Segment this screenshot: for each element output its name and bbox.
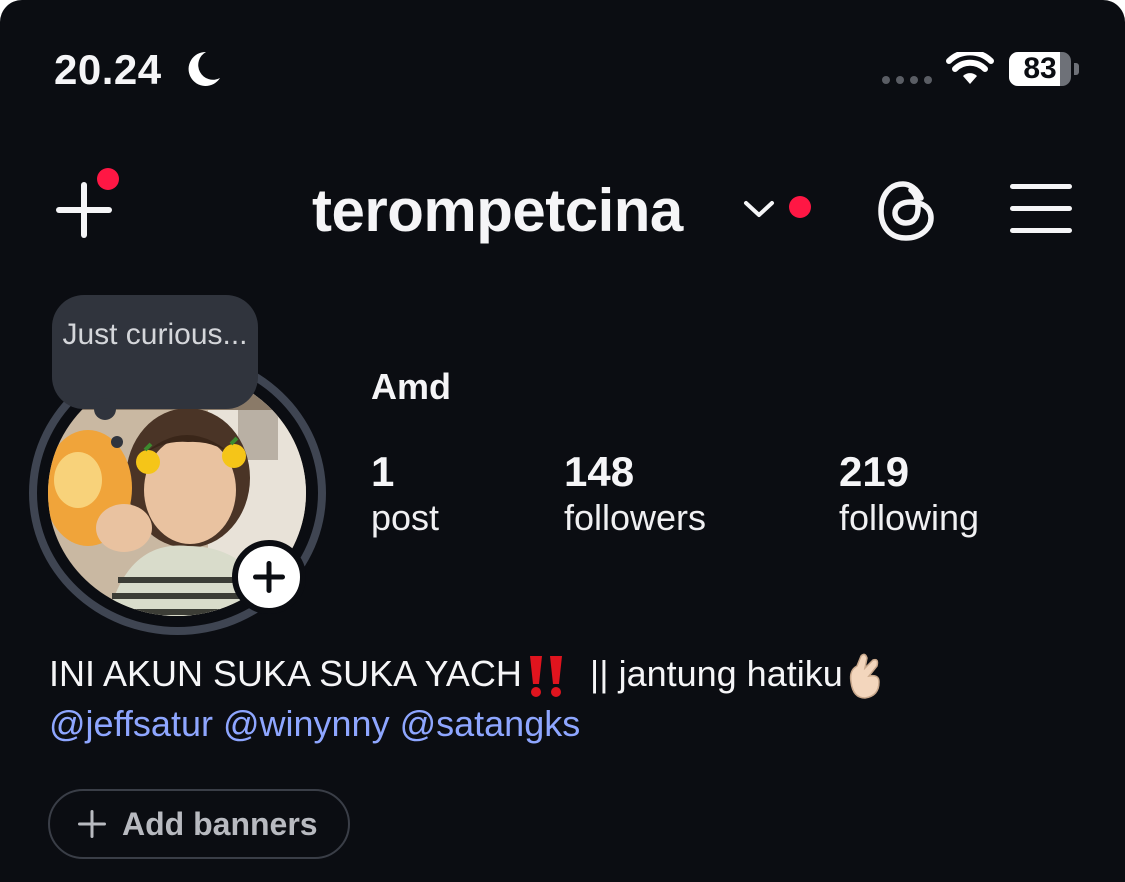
create-notification-dot [97, 168, 119, 190]
stat-following[interactable]: 219 following [839, 448, 979, 540]
stat-posts-label: post [371, 497, 440, 538]
finger-heart-icon [849, 654, 880, 700]
stat-following-value: 219 [839, 448, 910, 495]
wifi-icon [946, 52, 994, 84]
stat-posts[interactable]: 1 post [371, 448, 439, 540]
add-story-button[interactable] [232, 540, 306, 614]
profile-note-bubble[interactable]: Just curious... [52, 295, 258, 409]
stat-followers-label: followers [564, 497, 707, 538]
plus-icon [78, 810, 106, 838]
battery-level: 83 [1023, 52, 1057, 85]
double-exclamation-icon [529, 656, 562, 698]
hamburger-menu-icon[interactable] [1010, 184, 1072, 234]
bio-main: INI AKUN SUKA SUKA YACH [49, 653, 522, 694]
moon-icon [188, 51, 220, 86]
username-switcher[interactable]: terompetcina [312, 176, 683, 245]
mention-link[interactable]: @jeffsatur [49, 703, 213, 744]
plus-icon [56, 182, 112, 238]
chevron-down-icon[interactable] [742, 198, 776, 220]
status-time: 20.24 [54, 46, 162, 93]
stat-followers[interactable]: 148 followers [564, 448, 706, 540]
stat-following-label: following [839, 497, 980, 538]
add-banners-label: Add banners [122, 805, 318, 842]
bio-mentions: @jeffsatur @winynny @satangks [49, 700, 580, 748]
note-bubble-tail [94, 398, 116, 420]
plus-icon [253, 561, 285, 593]
account-notification-dot [789, 196, 811, 218]
note-bubble-tail-small [111, 436, 123, 448]
battery-cap [1074, 63, 1079, 75]
mention-link[interactable]: @winynny [223, 703, 390, 744]
bio-text: INI AKUN SUKA SUKA YACH || jantung hatik… [49, 650, 887, 700]
threads-icon[interactable] [874, 178, 940, 244]
display-name: Amd [371, 366, 451, 407]
cellular-signal-icon [882, 76, 932, 84]
stat-posts-value: 1 [371, 448, 395, 495]
stat-followers-value: 148 [564, 448, 635, 495]
bio-after: || jantung hatiku [589, 653, 843, 694]
instagram-profile-screen: 20.24 83 terompetcina Just curious... Am… [0, 0, 1125, 882]
mention-link[interactable]: @satangks [400, 703, 581, 744]
battery-icon: 83 [1009, 52, 1071, 86]
add-banners-button[interactable]: Add banners [48, 789, 350, 859]
